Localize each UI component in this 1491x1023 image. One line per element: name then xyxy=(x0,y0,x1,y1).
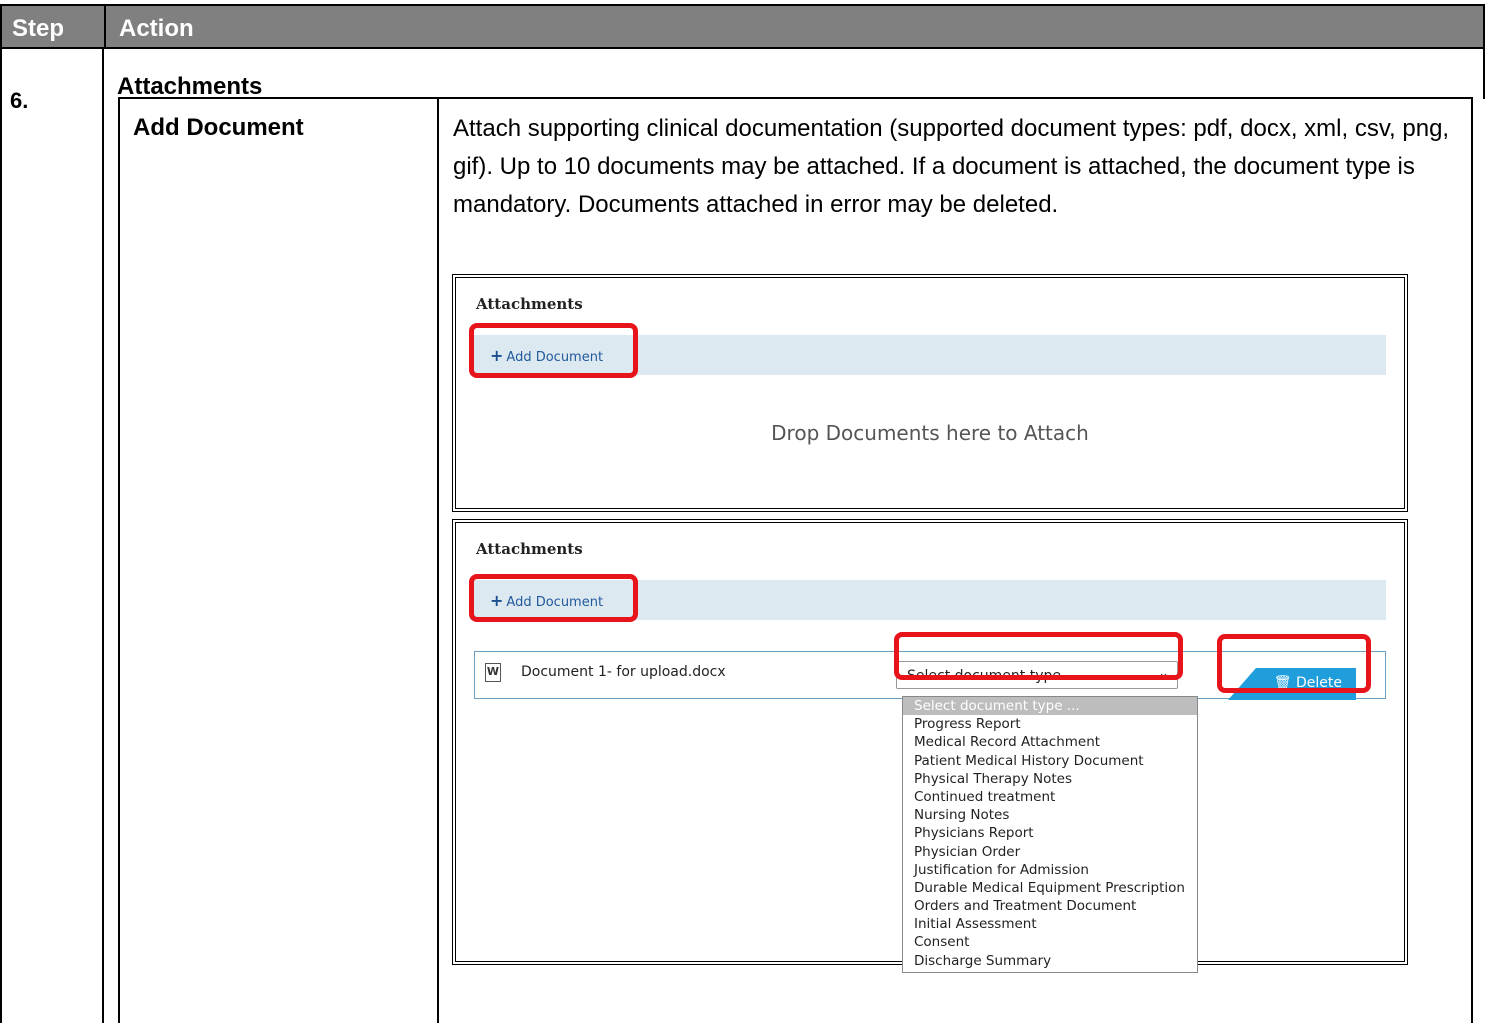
highlight-document-type xyxy=(894,632,1183,680)
dropdown-option[interactable]: Physicians Report xyxy=(903,824,1197,842)
inner-left-border xyxy=(118,97,120,1023)
inner-column-divider xyxy=(437,97,439,1023)
attachments-title: Attachments xyxy=(476,540,583,558)
drop-zone-text[interactable]: Drop Documents here to Attach xyxy=(456,421,1404,445)
dropdown-option[interactable]: Nursing Notes xyxy=(903,806,1197,824)
dropdown-option[interactable]: Orders and Treatment Document xyxy=(903,897,1197,915)
document-name: Document 1- for upload.docx xyxy=(521,664,726,680)
description-text: Attach supporting clinical documentation… xyxy=(453,115,1450,218)
word-document-icon: W xyxy=(485,663,501,682)
dropdown-option[interactable]: Continued treatment xyxy=(903,788,1197,806)
table-left-border xyxy=(0,49,2,1023)
header-step: Step xyxy=(12,15,65,42)
attachments-screenshot-empty: Attachments + Add Document Drop Documents… xyxy=(452,274,1408,512)
step-column-divider xyxy=(102,49,104,1023)
attachments-title: Attachments xyxy=(476,295,583,313)
dropdown-option[interactable]: Discharge Summary xyxy=(903,952,1197,970)
highlight-add-document xyxy=(469,574,638,622)
dropdown-option[interactable]: Select document type ... xyxy=(903,697,1197,716)
dropdown-option[interactable]: Initial Assessment xyxy=(903,915,1197,933)
dropdown-option[interactable]: Progress Report xyxy=(903,715,1197,733)
highlight-delete xyxy=(1217,634,1371,693)
dropdown-option[interactable]: Justification for Admission xyxy=(903,861,1197,879)
subsection-title: Add Document xyxy=(133,114,304,141)
section-title: Attachments xyxy=(117,73,263,100)
inner-right-border xyxy=(1471,97,1473,1023)
highlight-add-document xyxy=(469,323,638,378)
inner-table-top xyxy=(118,97,1473,99)
attachments-screenshot-with-document: Attachments + Add Document W Document 1- … xyxy=(452,519,1408,973)
dropdown-option[interactable]: Consent xyxy=(903,933,1197,951)
step-number: 6. xyxy=(10,88,29,113)
dropdown-option[interactable]: Physician Order xyxy=(903,843,1197,861)
table-header: Step Action xyxy=(0,4,1485,49)
dropdown-option[interactable]: Patient Medical History Document xyxy=(903,752,1197,770)
document-type-dropdown: Select document type ... Progress Report M… xyxy=(902,696,1198,973)
dropdown-option[interactable]: Durable Medical Equipment Prescription xyxy=(903,879,1197,897)
header-divider xyxy=(104,6,106,47)
dropdown-option[interactable]: Physical Therapy Notes xyxy=(903,770,1197,788)
header-action: Action xyxy=(119,15,194,42)
action-right-border xyxy=(1483,49,1485,99)
dropdown-option[interactable]: Medical Record Attachment xyxy=(903,733,1197,751)
